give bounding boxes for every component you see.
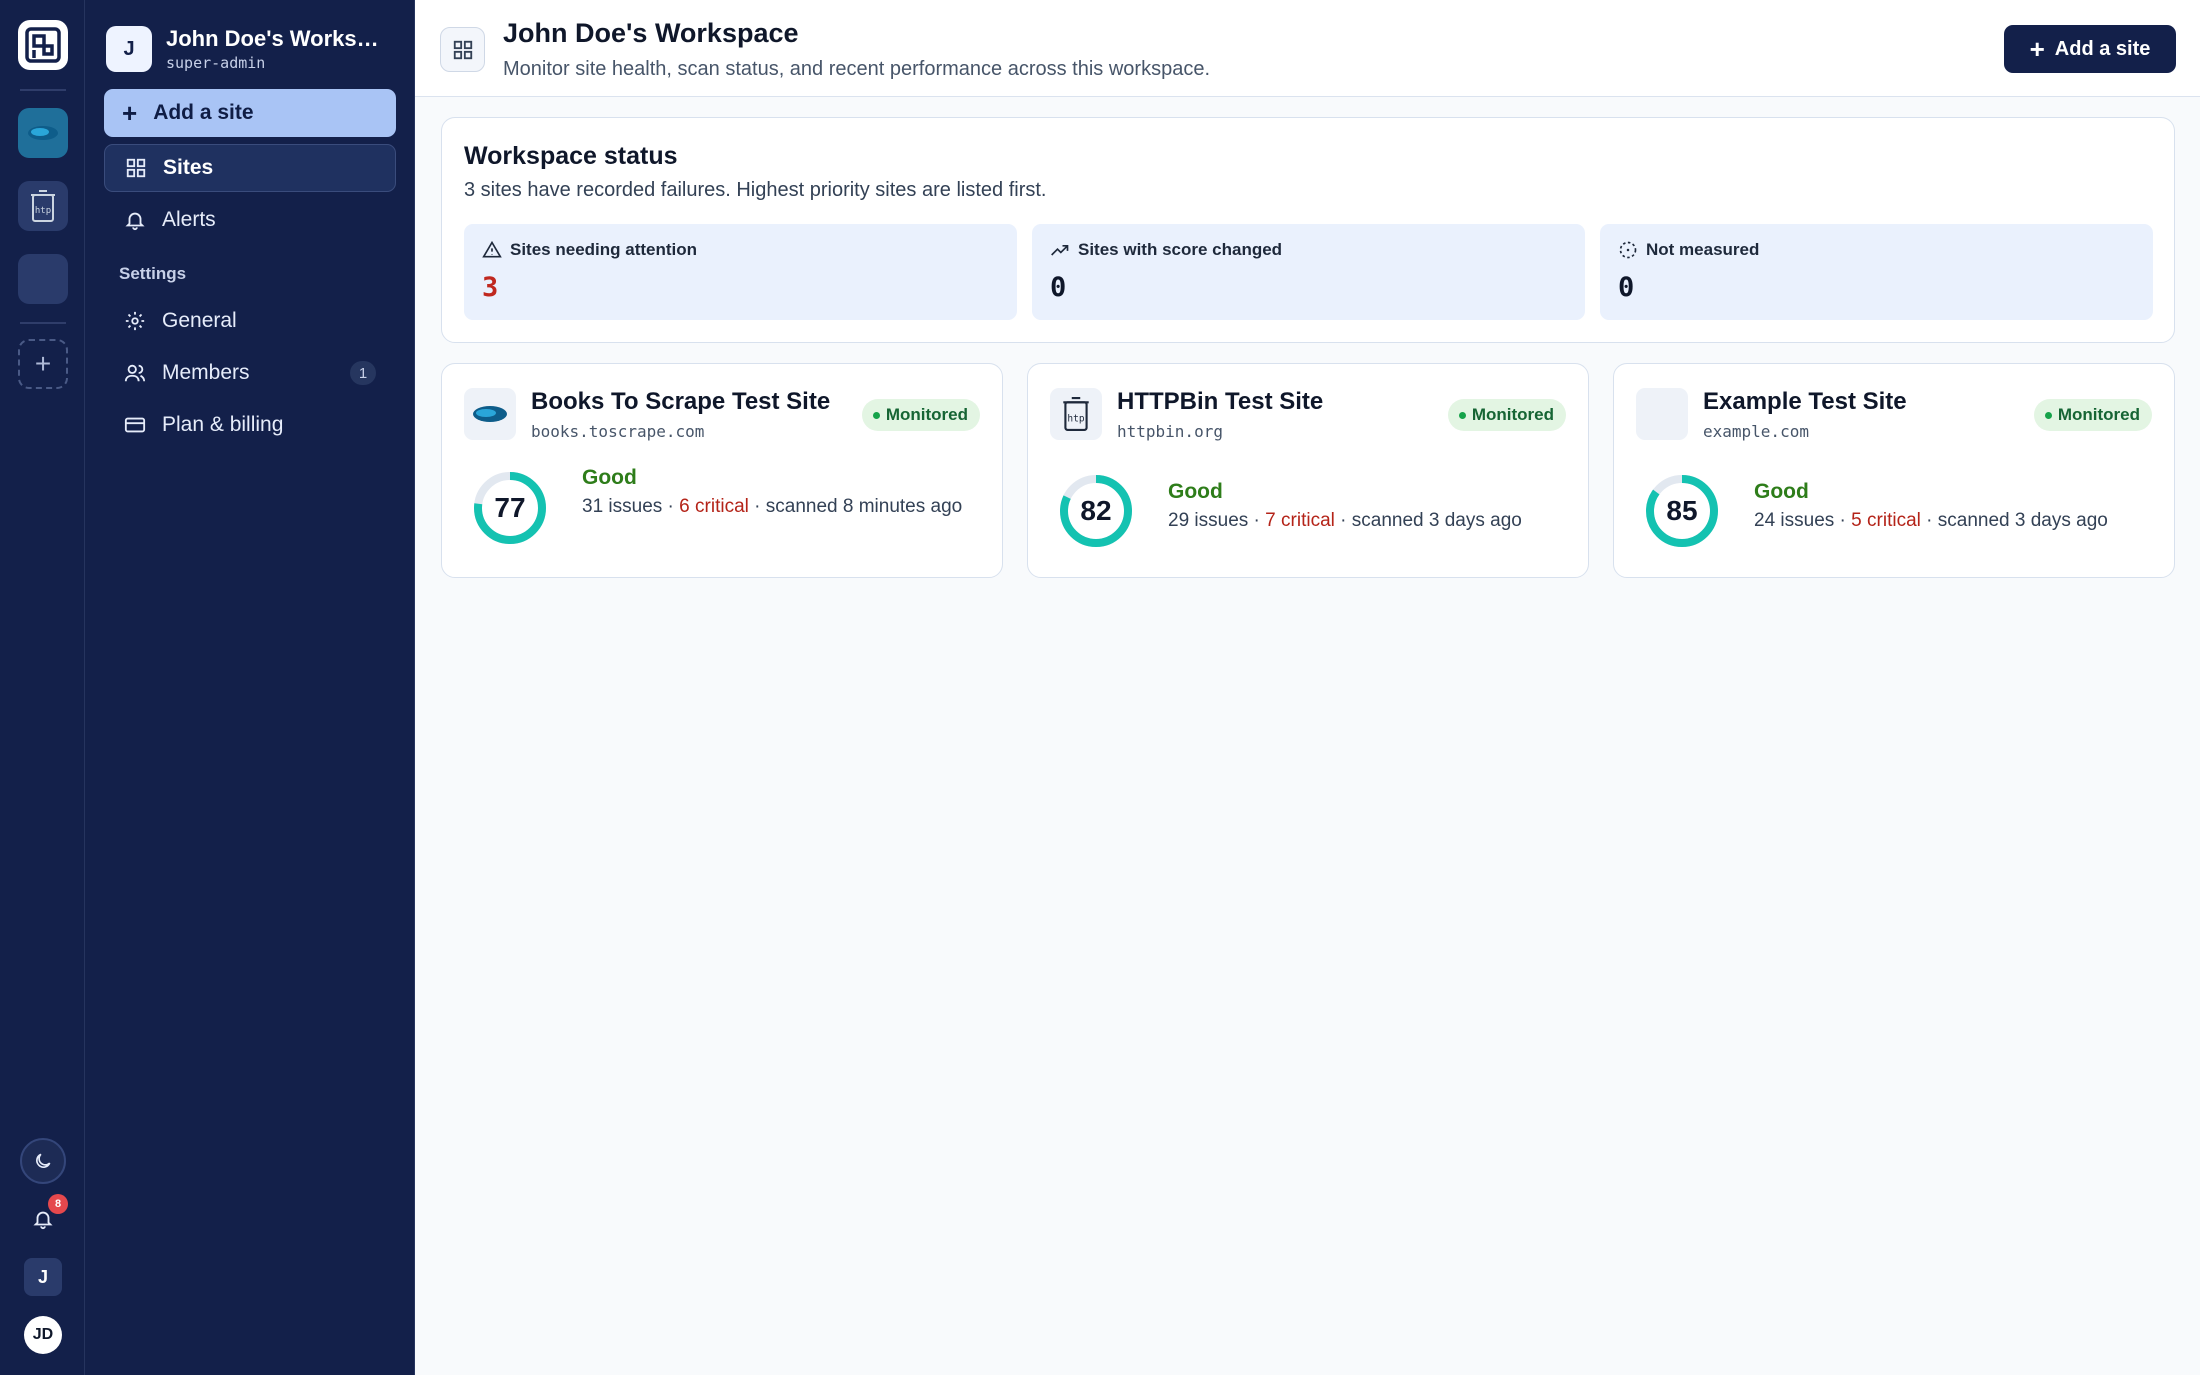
issues-count: 29 issues [1168, 510, 1249, 531]
users-icon [122, 360, 148, 386]
sidebar-item-general[interactable]: General [104, 297, 396, 345]
stat-sites-needing-attention[interactable]: Sites needing attention 3 [464, 224, 1017, 320]
grade-label: Good [582, 466, 637, 489]
site-card-httpbin[interactable]: htp HTTPBin Test Site httpbin.org Monito… [1027, 363, 1589, 578]
stat-label: Sites needing attention [510, 240, 698, 259]
workspace-rail: htp + 8 J JD [0, 0, 85, 1375]
moon-icon [36, 1153, 51, 1168]
stat-sites-score-changed[interactable]: Sites with score changed 0 [1032, 224, 1585, 320]
score-value: 82 [1080, 495, 1112, 526]
alert-triangle-icon [482, 240, 502, 258]
stat-not-measured[interactable]: Not measured 0 [1600, 224, 2153, 320]
rail-add-site-button[interactable]: + [18, 339, 68, 389]
stat-value: 0 [1618, 272, 1635, 303]
stat-label: Not measured [1646, 240, 1760, 259]
settings-section-label: Settings [119, 264, 187, 283]
workspace-avatar[interactable]: J [24, 1258, 62, 1296]
page-title: John Doe's Workspace [503, 18, 799, 48]
theme-toggle-button[interactable] [20, 1138, 66, 1184]
stat-label: Sites with score changed [1078, 240, 1283, 259]
critical-count: 7 critical [1265, 510, 1335, 531]
stat-value: 3 [482, 272, 499, 303]
svg-text:htp: htp [35, 206, 51, 216]
site-name: HTTPBin Test Site [1117, 388, 1324, 415]
site-domain: books.toscrape.com [531, 422, 705, 441]
scan-time: scanned 8 minutes ago [765, 496, 963, 517]
page-header: John Doe's Workspace Monitor site health… [415, 0, 2200, 97]
sidebar-item-alerts[interactable]: Alerts [104, 196, 396, 244]
stat-value: 0 [1050, 272, 1067, 303]
page-subtitle: Monitor site health, scan status, and re… [503, 58, 1211, 80]
plus-icon: + [122, 98, 138, 128]
issues-count: 24 issues [1754, 510, 1835, 531]
site-name: Example Test Site [1703, 388, 1907, 415]
sidebar: J John Doe's Workspace super-admin + Add… [85, 0, 415, 1375]
rail-site-books[interactable] [18, 108, 68, 158]
workspace-switcher[interactable]: J John Doe's Workspace super-admin [106, 26, 386, 72]
workspace-status-panel: Workspace status 3 sites have recorded f… [441, 117, 2175, 343]
score-value: 85 [1666, 495, 1698, 526]
books-site-favicon-icon [464, 388, 516, 440]
svg-text:htp: htp [1067, 413, 1084, 424]
site-card-books[interactable]: Books To Scrape Test Site books.toscrape… [441, 363, 1003, 578]
critical-count: 5 critical [1851, 510, 1921, 531]
example-site-favicon-icon [1636, 388, 1688, 440]
site-meta: 29 issues · 7 critical · scanned 3 days … [1168, 510, 1522, 531]
user-avatar[interactable]: JD [24, 1316, 62, 1354]
gear-icon [122, 308, 148, 334]
rail-divider [20, 89, 66, 91]
plus-icon: + [2029, 34, 2045, 64]
sidebar-item-label: Sites [163, 156, 214, 179]
critical-count: 6 critical [679, 496, 749, 517]
grid-icon [123, 155, 149, 181]
scan-time: scanned 3 days ago [1937, 510, 2108, 531]
trending-up-icon [1051, 245, 1069, 256]
members-count-badge: 1 [350, 361, 376, 385]
app-logo-icon[interactable] [18, 20, 68, 70]
site-domain: example.com [1703, 422, 1809, 441]
workspace-role: super-admin [166, 54, 266, 72]
sidebar-item-members[interactable]: Members 1 [104, 349, 396, 397]
site-card-example[interactable]: Example Test Site example.com Monitored … [1613, 363, 2175, 578]
sidebar-item-label: General [162, 309, 237, 332]
workspace-name: John Doe's Workspace [166, 26, 386, 51]
issues-count: 31 issues [582, 496, 663, 517]
card-icon [122, 412, 148, 438]
rail-site-example[interactable] [18, 254, 68, 304]
sidebar-item-label: Alerts [162, 208, 216, 231]
score-value: 77 [494, 492, 526, 523]
rail-site-httpbin[interactable]: htp [18, 181, 68, 231]
dashed-circle-icon [1619, 241, 1637, 259]
sidebar-item-label: Members [162, 361, 250, 384]
dashboard-icon [440, 27, 485, 72]
status-badge: Monitored [861, 399, 980, 431]
scan-time: scanned 3 days ago [1351, 510, 1522, 531]
rail-divider [20, 322, 66, 324]
sidebar-item-label: Plan & billing [162, 413, 284, 436]
grade-label: Good [1754, 480, 1809, 503]
header-add-site-button[interactable]: + Add a site [2004, 25, 2176, 73]
httpbin-site-favicon-icon: htp [1050, 388, 1102, 440]
workspace-icon: J [106, 26, 152, 72]
sidebar-item-plan-billing[interactable]: Plan & billing [104, 401, 396, 449]
status-title: Workspace status [464, 142, 678, 170]
grade-label: Good [1168, 480, 1223, 503]
site-meta: 31 issues · 6 critical · scanned 8 minut… [582, 496, 963, 517]
sidebar-item-sites[interactable]: Sites [104, 144, 396, 192]
status-description: 3 sites have recorded failures. Highest … [464, 179, 1047, 201]
bell-icon [122, 207, 148, 233]
notifications-count-badge: 8 [48, 1194, 68, 1214]
status-badge: Monitored [2033, 399, 2152, 431]
site-name: Books To Scrape Test Site [531, 388, 831, 415]
sidebar-add-site-button[interactable]: + Add a site [104, 89, 396, 137]
status-badge: Monitored [1447, 399, 1566, 431]
site-domain: httpbin.org [1117, 422, 1223, 441]
site-meta: 24 issues · 5 critical · scanned 3 days … [1754, 510, 2108, 531]
